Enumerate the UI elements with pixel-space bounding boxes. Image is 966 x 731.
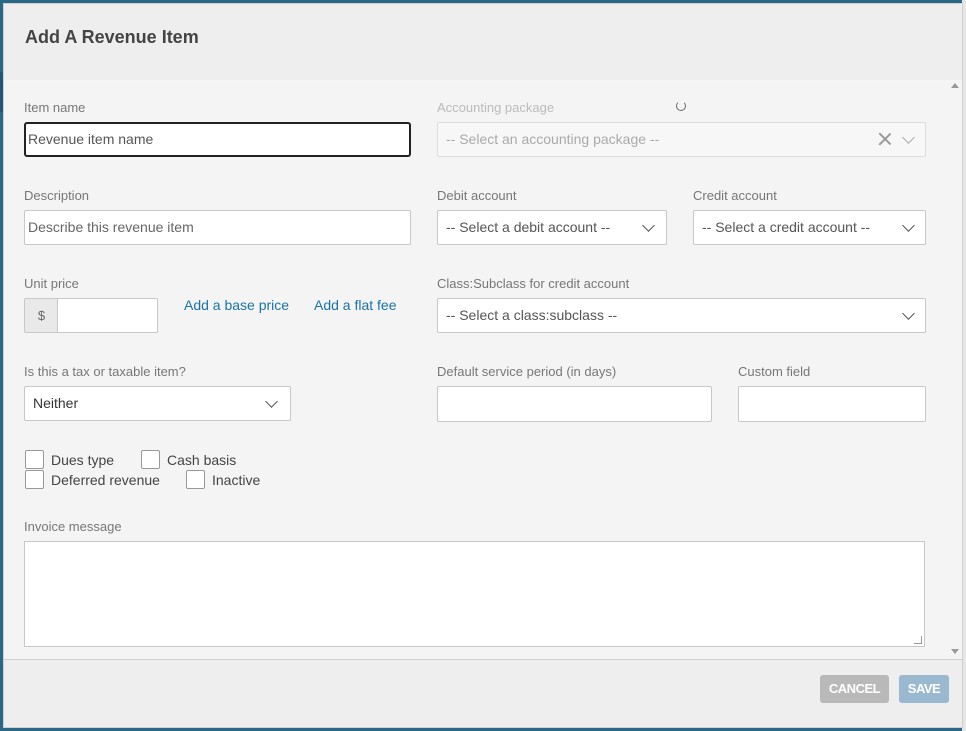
currency-addon: $ — [24, 298, 58, 333]
chevron-down-icon — [902, 307, 915, 320]
class-subclass-select[interactable]: -- Select a class:subclass -- — [437, 298, 926, 333]
debit-account-select[interactable]: -- Select a debit account -- — [437, 210, 667, 245]
service-period-input[interactable] — [437, 386, 712, 422]
deferred-revenue-checkbox[interactable] — [25, 470, 44, 489]
scroll-up-icon[interactable] — [951, 83, 959, 88]
class-subclass-placeholder: -- Select a class:subclass -- — [446, 307, 618, 323]
tax-selected-value: Neither — [33, 395, 79, 411]
description-label: Description — [24, 188, 90, 203]
add-flat-fee-link[interactable]: Add a flat fee — [314, 297, 397, 313]
cash-basis-checkbox[interactable] — [141, 450, 160, 469]
accounting-package-placeholder: -- Select an accounting package -- — [446, 131, 660, 147]
deferred-revenue-label: Deferred revenue — [51, 472, 160, 488]
invoice-message-label: Invoice message — [24, 519, 122, 534]
unit-price-label: Unit price — [24, 276, 79, 291]
modal-footer: CANCEL SAVE — [4, 659, 962, 727]
item-name-label: Item name — [24, 100, 86, 115]
class-subclass-label: Class:Subclass for credit account — [437, 276, 630, 291]
service-period-label: Default service period (in days) — [437, 364, 617, 379]
custom-field-label: Custom field — [738, 364, 811, 379]
inactive-label: Inactive — [212, 472, 261, 488]
modal-title: Add A Revenue Item — [25, 27, 199, 47]
inactive-checkbox[interactable] — [186, 470, 205, 489]
add-revenue-item-modal: Add A Revenue Item Item name Revenue ite… — [3, 3, 963, 728]
custom-field-input[interactable] — [738, 386, 926, 422]
accounting-package-select[interactable]: -- Select an accounting package -- — [437, 122, 926, 157]
tax-label: Is this a tax or taxable item? — [24, 364, 186, 379]
cancel-button[interactable]: CANCEL — [820, 675, 889, 703]
loading-spinner-icon — [676, 101, 686, 111]
credit-account-select[interactable]: -- Select a credit account -- — [693, 210, 926, 245]
item-name-input[interactable]: Revenue item name — [24, 122, 411, 157]
modal-scrollbar[interactable] — [948, 81, 962, 658]
debit-account-placeholder: -- Select a debit account -- — [446, 219, 611, 235]
chevron-down-icon — [902, 131, 915, 144]
save-button[interactable]: SAVE — [899, 675, 949, 703]
scroll-down-icon[interactable] — [951, 649, 959, 654]
debit-account-label: Debit account — [437, 188, 517, 203]
credit-account-placeholder: -- Select a credit account -- — [702, 219, 871, 235]
clear-icon[interactable] — [878, 132, 892, 146]
cash-basis-label: Cash basis — [167, 452, 237, 468]
chevron-down-icon — [642, 219, 655, 232]
accounting-package-label: Accounting package — [437, 100, 555, 115]
credit-account-label: Credit account — [693, 188, 777, 203]
unit-price-input[interactable] — [57, 298, 158, 333]
dues-type-label: Dues type — [51, 452, 115, 468]
add-base-price-link[interactable]: Add a base price — [184, 297, 289, 313]
resize-handle-icon[interactable] — [914, 636, 922, 644]
description-input[interactable]: Describe this revenue item — [24, 210, 411, 245]
tax-select[interactable]: Neither — [24, 386, 291, 421]
chevron-down-icon — [902, 219, 915, 232]
modal-header: Add A Revenue Item — [4, 4, 962, 80]
invoice-message-textarea[interactable] — [24, 541, 925, 647]
modal-body: Item name Revenue item name Accounting p… — [4, 81, 962, 658]
dues-type-checkbox[interactable] — [25, 450, 44, 469]
chevron-down-icon — [265, 395, 278, 408]
